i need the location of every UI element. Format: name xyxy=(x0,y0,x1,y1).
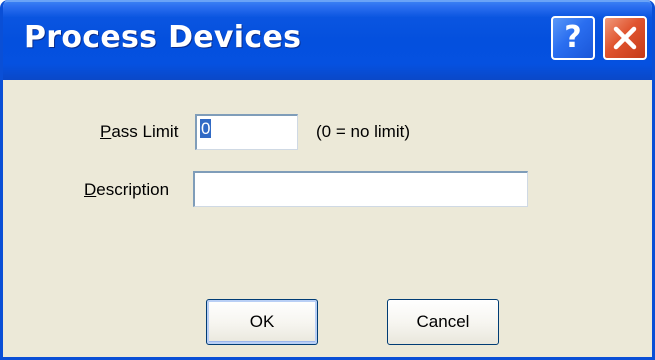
ok-button[interactable]: OK xyxy=(206,299,318,345)
close-button[interactable] xyxy=(603,16,647,60)
description-input[interactable] xyxy=(193,171,528,207)
pass-limit-value: 0 xyxy=(200,119,212,138)
dialog-title: Process Devices xyxy=(24,20,302,55)
dialog-body: Pass Limit 0 (0 = no limit) Description … xyxy=(3,80,652,357)
close-x-icon xyxy=(613,26,637,50)
pass-limit-hint: (0 = no limit) xyxy=(316,122,410,141)
question-mark-icon: ? xyxy=(564,20,582,55)
cancel-button[interactable]: Cancel xyxy=(387,299,499,345)
pass-limit-input[interactable]: 0 xyxy=(195,114,298,150)
description-label: Description xyxy=(84,180,169,200)
pass-limit-label: Pass Limit xyxy=(100,122,178,142)
process-devices-dialog: Process Devices ? Pass Limit 0 (0 = no l… xyxy=(0,0,655,360)
title-bar[interactable]: Process Devices ? xyxy=(3,0,652,80)
help-button[interactable]: ? xyxy=(551,16,595,60)
pass-limit-label-text: ass Limit xyxy=(111,122,179,141)
description-mnemonic: D xyxy=(84,180,97,199)
description-label-text: escription xyxy=(96,180,170,199)
pass-limit-mnemonic: P xyxy=(100,122,112,141)
